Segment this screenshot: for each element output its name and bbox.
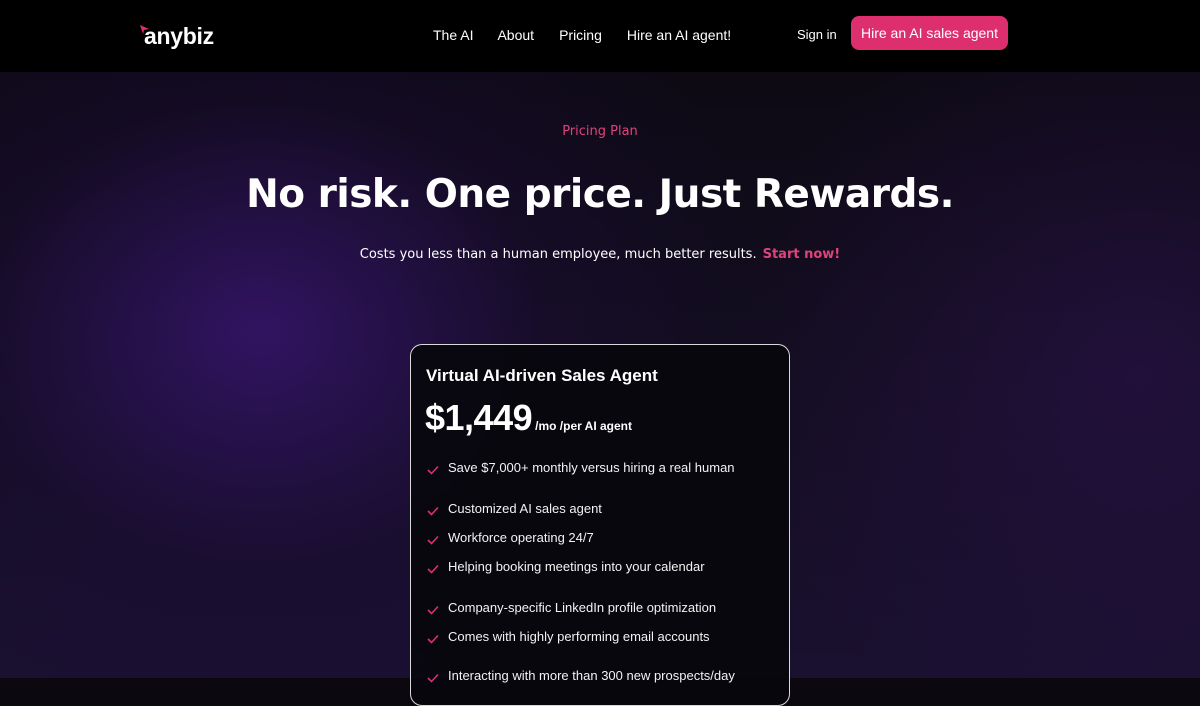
feature-text: Workforce operating 24/7 — [448, 530, 594, 545]
sign-in-link[interactable]: Sign in — [797, 27, 837, 42]
check-icon — [427, 603, 439, 615]
feature-text: Company-specific LinkedIn profile optimi… — [448, 600, 717, 615]
check-icon — [427, 671, 439, 683]
pricing-card: Virtual AI-driven Sales Agent $1,449 /mo… — [410, 344, 790, 706]
nav-link-hire-agent[interactable]: Hire an AI agent! — [627, 26, 731, 44]
check-icon — [427, 533, 439, 545]
nav-link-pricing[interactable]: Pricing — [559, 26, 602, 44]
top-navigation: anybiz The AI About Pricing Hire an AI a… — [0, 0, 1200, 72]
brand-name: anybiz — [144, 23, 214, 49]
check-icon — [427, 463, 439, 475]
feature-text: Customized AI sales agent — [448, 501, 602, 516]
hero-subtitle: Costs you less than a human employee, mu… — [0, 247, 1200, 262]
plan-price: $1,449 /mo /per AI agent — [425, 397, 632, 439]
feature-text: Comes with highly performing email accou… — [448, 629, 710, 644]
nav-links: The AI About Pricing Hire an AI agent! — [433, 26, 731, 44]
start-now-link[interactable]: Start now! — [763, 247, 841, 262]
feature-item: Comes with highly performing email accou… — [427, 629, 710, 644]
logo-arrow-icon — [140, 25, 150, 35]
feature-item: Company-specific LinkedIn profile optimi… — [427, 600, 716, 615]
page-title: No risk. One price. Just Rewards. — [246, 172, 954, 217]
hero-subtitle-text: Costs you less than a human employee, mu… — [359, 247, 757, 262]
feature-text: Interacting with more than 300 new prosp… — [448, 668, 735, 683]
section-eyebrow: Pricing Plan — [562, 124, 638, 139]
check-icon — [427, 562, 439, 574]
check-icon — [427, 504, 439, 516]
price-amount: $1,449 — [425, 397, 533, 438]
brand-logo[interactable]: anybiz — [140, 22, 214, 52]
feature-item: Interacting with more than 300 new prosp… — [427, 668, 735, 683]
feature-item: Customized AI sales agent — [427, 501, 602, 516]
feature-text: Helping booking meetings into your calen… — [448, 559, 705, 574]
price-unit: /mo /per AI agent — [535, 419, 633, 433]
feature-item: Workforce operating 24/7 — [427, 530, 594, 545]
plan-title: Virtual AI-driven Sales Agent — [426, 366, 658, 385]
nav-link-about[interactable]: About — [497, 26, 534, 44]
feature-text: Save $7,000+ monthly versus hiring a rea… — [448, 460, 735, 475]
nav-link-the-ai[interactable]: The AI — [433, 26, 473, 44]
feature-item: Save $7,000+ monthly versus hiring a rea… — [427, 460, 735, 475]
check-icon — [427, 632, 439, 644]
hire-sales-agent-button[interactable]: Hire an AI sales agent — [851, 16, 1008, 50]
feature-item: Helping booking meetings into your calen… — [427, 559, 705, 574]
